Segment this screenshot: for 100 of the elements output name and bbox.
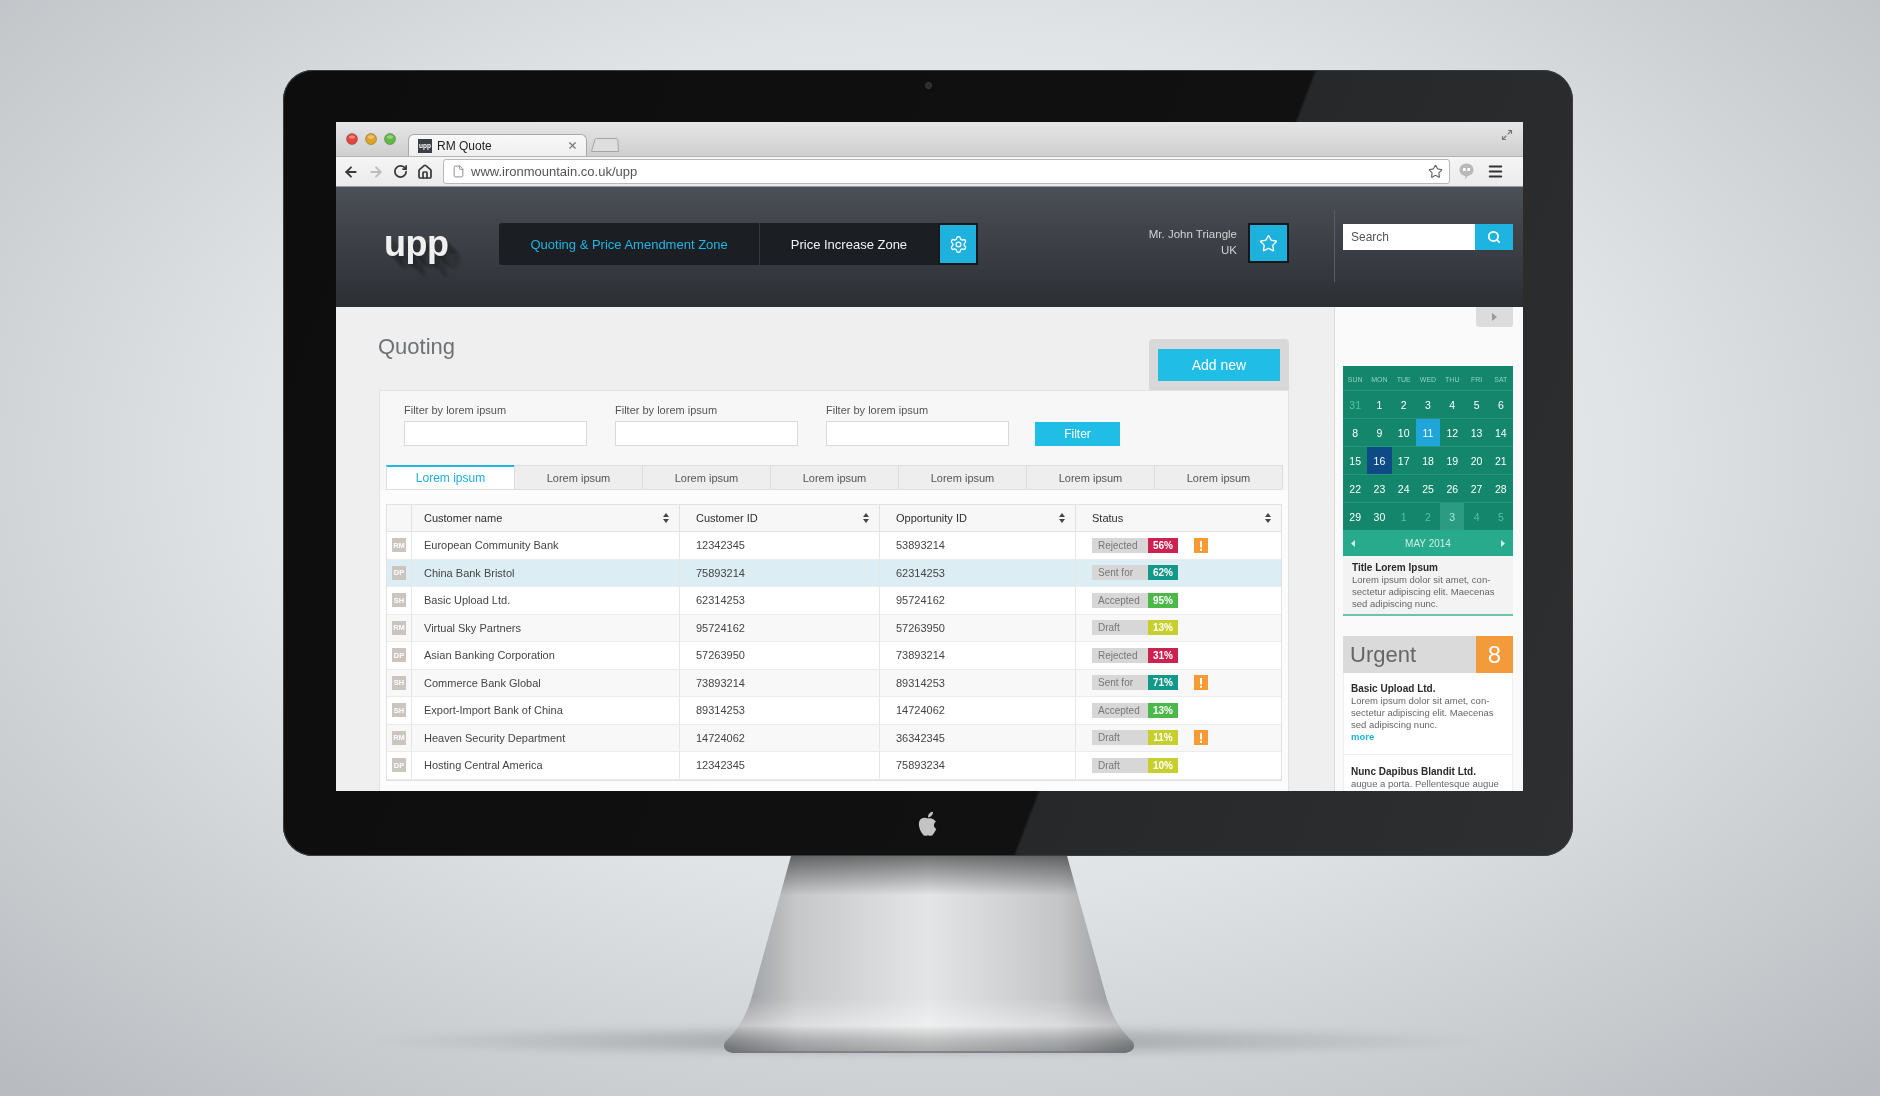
table-cell: 36342345	[880, 724, 1076, 751]
tab[interactable]: Lorem ipsum	[1026, 465, 1155, 489]
logo: upp	[384, 226, 449, 262]
event-title: Title Lorem Ipsum	[1352, 562, 1439, 574]
calendar-day[interactable]: 26	[1440, 475, 1465, 502]
chat-bubble-icon[interactable]	[1459, 163, 1474, 180]
filter-input[interactable]	[826, 421, 1009, 446]
calendar-day[interactable]: 28	[1488, 475, 1513, 502]
calendar-day[interactable]: 18	[1415, 447, 1441, 474]
user-name: Mr. John Triangle	[1148, 227, 1237, 242]
status-tag: Draft	[1092, 730, 1148, 746]
settings-button[interactable]	[938, 223, 979, 265]
calendar-day[interactable]: 17	[1391, 447, 1416, 474]
calendar-day[interactable]: 3	[1415, 391, 1441, 418]
calendar-day[interactable]: 15	[1343, 447, 1368, 474]
calendar-day[interactable]: 19	[1440, 447, 1465, 474]
status-tag: Rejected	[1092, 537, 1148, 553]
next-month-icon[interactable]	[1501, 539, 1505, 547]
status-tag: Draft	[1092, 620, 1148, 636]
calendar-day[interactable]: 30	[1367, 503, 1392, 530]
calendar-day[interactable]: 11	[1415, 419, 1441, 446]
percent-badge: 62%	[1148, 565, 1178, 581]
calendar-day[interactable]: 5	[1464, 391, 1489, 418]
calendar-day[interactable]: 27	[1464, 475, 1489, 502]
table-cell: 95724162	[880, 587, 1076, 614]
tab[interactable]: Lorem ipsum	[770, 465, 899, 489]
table-cell: Basic Upload Ltd.	[412, 587, 680, 614]
percent-badge: 13%	[1148, 620, 1178, 636]
table-cell: 75893214	[680, 559, 880, 586]
calendar-day[interactable]: 2	[1391, 391, 1416, 418]
event-text: Lorem ipsum dolor sit amet, con-sectetur adipiscing elit. Maecenas sed adipiscing nunc.	[1352, 574, 1496, 610]
tab[interactable]: Lorem ipsum	[1154, 465, 1283, 489]
home-icon[interactable]	[417, 163, 433, 180]
sidebar-toggle-button[interactable]	[1476, 307, 1513, 327]
column-header[interactable]: Status	[1076, 505, 1281, 531]
address-field[interactable]: www.ironmountain.co.uk/upp	[443, 159, 1450, 184]
reload-icon[interactable]	[393, 164, 408, 179]
previous-month-icon[interactable]	[1351, 539, 1355, 547]
table-cell: Commerce Bank Global	[412, 669, 680, 696]
table-cell: European Community Bank	[412, 532, 680, 559]
calendar-day[interactable]: 24	[1391, 475, 1416, 502]
calendar-day[interactable]: 12	[1440, 419, 1465, 446]
table-cell: 14724062	[880, 697, 1076, 724]
table-cell: Export-Import Bank of China	[412, 697, 680, 724]
calendar-day[interactable]: 16	[1367, 447, 1392, 474]
table-cell: 57263950	[680, 642, 880, 669]
calendar-day[interactable]: 1	[1367, 391, 1392, 418]
menu-icon[interactable]	[1487, 163, 1504, 180]
calendar-day[interactable]: 8	[1343, 419, 1368, 446]
window-control-icon[interactable]	[384, 133, 396, 145]
nav-tab[interactable]: Quoting & Price Amendment Zone	[499, 223, 759, 265]
table-cell: China Bank Bristol	[412, 559, 680, 586]
star-icon	[1259, 233, 1278, 253]
percent-badge: 95%	[1148, 592, 1178, 608]
filter-input[interactable]	[615, 421, 798, 446]
sort-icon	[1265, 513, 1271, 523]
column-header[interactable]: Customer ID	[680, 505, 880, 531]
search-field[interactable]: Search	[1343, 224, 1475, 250]
search-icon	[1487, 230, 1501, 244]
fullscreen-icon[interactable]	[1501, 129, 1513, 141]
calendar-day[interactable]: 25	[1415, 475, 1441, 502]
calendar-day[interactable]: 10	[1391, 419, 1416, 446]
window-control-icon[interactable]	[346, 133, 358, 145]
table-cell: 95724162	[680, 614, 880, 641]
table-cell: 75893234	[880, 752, 1076, 779]
status-tag: Sent for	[1092, 565, 1148, 581]
tab[interactable]: Lorem ipsum	[898, 465, 1027, 489]
caret-right-icon[interactable]	[1492, 313, 1497, 321]
filter-input[interactable]	[404, 421, 587, 446]
window-control-icon[interactable]	[365, 133, 377, 145]
favorites-button[interactable]	[1248, 223, 1289, 263]
sort-icon	[1059, 513, 1065, 523]
calendar-day[interactable]: 9	[1367, 419, 1392, 446]
calendar-day[interactable]: 23	[1367, 475, 1392, 502]
percent-badge: 11%	[1148, 730, 1178, 746]
calendar-day[interactable]: 3	[1440, 503, 1465, 530]
percent-badge: 13%	[1148, 702, 1178, 718]
calendar-day[interactable]: 21	[1488, 447, 1513, 474]
calendar-day[interactable]: 4	[1440, 391, 1465, 418]
search-button[interactable]	[1475, 224, 1513, 250]
calendar-day[interactable]: 20	[1464, 447, 1489, 474]
column-header[interactable]: Customer name	[412, 505, 680, 531]
close-icon[interactable]	[567, 140, 578, 151]
url-text: www.ironmountain.co.uk/upp	[471, 164, 638, 179]
page-icon	[452, 165, 465, 178]
column-header[interactable]: Opportunity ID	[880, 505, 1076, 531]
tab[interactable]: Lorem ipsum	[514, 465, 643, 489]
new-tab-button[interactable]	[591, 138, 619, 152]
calendar-day[interactable]: 14	[1488, 419, 1513, 446]
bookmark-star-icon[interactable]	[1428, 164, 1443, 179]
calendar-day[interactable]: 29	[1343, 503, 1368, 530]
calendar-day[interactable]: 6	[1488, 391, 1513, 418]
tab[interactable]: Lorem ipsum	[386, 465, 515, 489]
percent-badge: 10%	[1148, 757, 1178, 773]
filter-label: Filter by lorem ipsum	[826, 404, 930, 417]
more-link[interactable]: more	[1351, 731, 1375, 743]
tab[interactable]: Lorem ipsum	[642, 465, 771, 489]
calendar-day[interactable]: 13	[1464, 419, 1489, 446]
percent-badge: 31%	[1148, 647, 1178, 663]
calendar-day[interactable]: 22	[1343, 475, 1368, 502]
